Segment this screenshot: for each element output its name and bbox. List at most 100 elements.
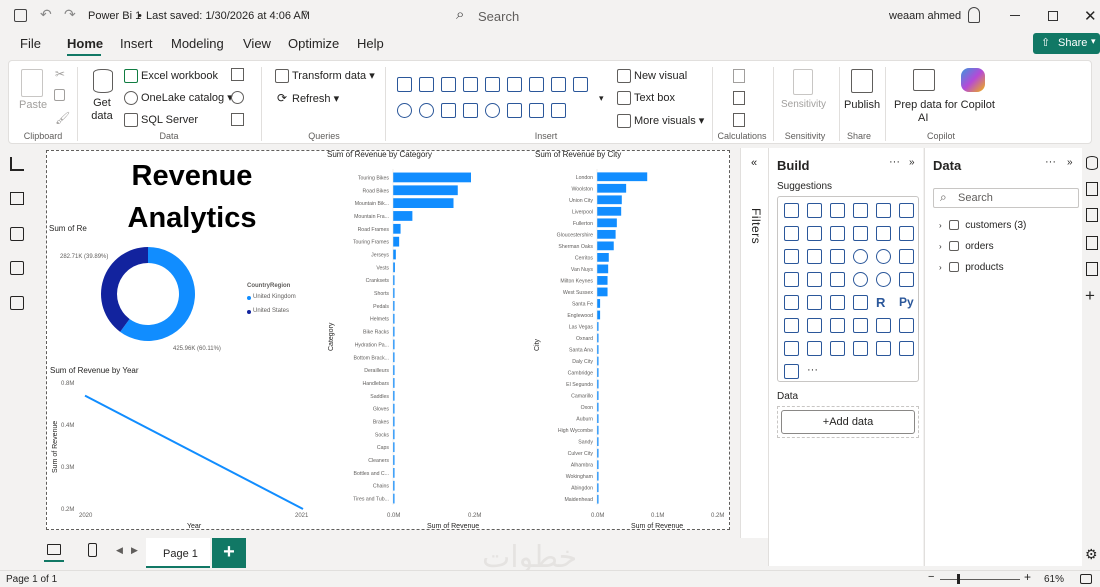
data-rail-icon[interactable]: [1086, 156, 1098, 170]
kpi-icon[interactable]: [807, 295, 822, 310]
category-bar-chart[interactable]: Sum of Revenue by Category Touring Bikes R…: [323, 151, 528, 531]
zoom-slider[interactable]: [940, 579, 1020, 580]
tmdl-view-icon[interactable]: [10, 296, 24, 310]
prev-page-icon[interactable]: ◀: [116, 545, 123, 556]
table-customers[interactable]: › customers (3): [939, 220, 1026, 231]
scatter-icon[interactable]: [830, 249, 845, 264]
stacked-bar-icon[interactable]: [397, 77, 412, 92]
undo-icon[interactable]: ↶: [40, 6, 52, 23]
zoom-in-button[interactable]: +: [1024, 570, 1031, 584]
stacked-bar-100-icon[interactable]: [876, 203, 891, 218]
search-box[interactable]: ⌕ Search: [446, 4, 846, 28]
new-measure-icon[interactable]: [733, 69, 745, 83]
gallery-expand-icon[interactable]: ▾: [599, 93, 604, 104]
mobile-layout-icon[interactable]: [88, 543, 97, 557]
transform-data-button[interactable]: Transform data ▾: [275, 69, 375, 84]
filters-collapse-icon[interactable]: «: [751, 157, 757, 169]
stacked-column-icon[interactable]: [485, 77, 500, 92]
copilot-icon[interactable]: [961, 68, 985, 92]
matrix-grid-icon[interactable]: [551, 103, 566, 118]
shape-map-icon[interactable]: [830, 272, 845, 287]
chevron-icon[interactable]: [784, 364, 799, 379]
selection-rail-icon[interactable]: [1086, 262, 1098, 276]
area-chart-icon[interactable]: [807, 226, 822, 241]
build-collapse-icon[interactable]: »: [909, 157, 915, 168]
treemap-icon[interactable]: [899, 249, 914, 264]
table-grid-icon[interactable]: [529, 103, 544, 118]
add-pane-icon[interactable]: +: [1085, 286, 1095, 306]
line-chart-icon[interactable]: [784, 226, 799, 241]
format-rail-icon[interactable]: [1086, 182, 1098, 196]
gauge-icon[interactable]: [876, 272, 891, 287]
page-tab-1[interactable]: Page 1: [146, 538, 210, 568]
scatter-icon[interactable]: [551, 77, 566, 92]
visuals-gallery[interactable]: [393, 67, 603, 123]
card-icon[interactable]: [507, 103, 522, 118]
funnel-icon[interactable]: [807, 249, 822, 264]
excel-button[interactable]: Excel workbook: [124, 69, 218, 83]
decomposition-tree-icon[interactable]: [807, 318, 822, 333]
stacked-bar-100-icon[interactable]: [441, 77, 456, 92]
user-name[interactable]: weaam ahmed: [889, 10, 961, 22]
enter-data-icon[interactable]: [231, 68, 244, 81]
sensitivity-label[interactable]: Sensitivity: [781, 99, 826, 110]
fit-page-icon[interactable]: [1080, 574, 1092, 584]
text-slicer-icon[interactable]: [876, 341, 891, 356]
prep-data-label[interactable]: Prep data for Copilot: [894, 99, 995, 111]
menu-view[interactable]: View: [243, 36, 271, 51]
save-icon[interactable]: [14, 9, 27, 22]
model-view-icon[interactable]: [10, 227, 24, 241]
publish-icon[interactable]: [851, 69, 873, 93]
python-visual-icon[interactable]: Py: [899, 295, 914, 309]
more-visuals-button[interactable]: More visuals ▾: [617, 114, 704, 129]
clustered-column-icon[interactable]: [853, 203, 868, 218]
get-data-label[interactable]: Get data: [85, 97, 119, 123]
visualizations-rail-icon[interactable]: [1086, 208, 1098, 222]
diamond-icon[interactable]: [899, 341, 914, 356]
maximize-icon[interactable]: [1048, 11, 1058, 21]
stacked-area-icon[interactable]: [830, 226, 845, 241]
line-chart[interactable]: Sum of Revenue by Year 0.8M 0.4M 0.3M 0.2M 20…: [47, 361, 317, 531]
sensitivity-icon[interactable]: [793, 69, 813, 95]
button-slicer-icon[interactable]: [830, 341, 845, 356]
waterfall-icon[interactable]: [784, 249, 799, 264]
line-column-icon[interactable]: [876, 226, 891, 241]
title-textbox[interactable]: Revenue Analytics: [117, 155, 267, 241]
paste-icon[interactable]: [21, 69, 43, 97]
clustered-bar-icon[interactable]: [830, 203, 845, 218]
share-button[interactable]: ⇧ Share ▾: [1033, 33, 1100, 54]
sql-button[interactable]: SQL Server: [124, 113, 198, 127]
report-view-icon[interactable]: [10, 157, 24, 171]
pie-icon[interactable]: [397, 103, 412, 118]
add-page-button[interactable]: +: [212, 538, 246, 568]
column-chart-icon[interactable]: [463, 77, 478, 92]
ribbon-chart-icon[interactable]: [853, 226, 868, 241]
city-bar-chart[interactable]: Sum of Revenue by City London Woolston Unio…: [531, 151, 729, 531]
card-icon[interactable]: [899, 272, 914, 287]
gauge-icon[interactable]: [485, 103, 500, 118]
menu-file[interactable]: File: [20, 36, 41, 51]
format-painter-icon[interactable]: 🖌: [55, 111, 70, 125]
next-page-icon[interactable]: ▶: [131, 545, 138, 556]
clustered-column-icon[interactable]: [419, 77, 434, 92]
r-visual-icon[interactable]: R: [876, 295, 885, 310]
copy-icon[interactable]: [54, 89, 65, 101]
narrative-icon[interactable]: [853, 318, 868, 333]
table-icon-v[interactable]: [853, 295, 868, 310]
dax-query-view-icon[interactable]: [10, 261, 24, 275]
menu-modeling[interactable]: Modeling: [171, 36, 224, 51]
recent-sources-icon[interactable]: [231, 113, 244, 126]
goals-icon[interactable]: [876, 318, 891, 333]
add-data-button[interactable]: +Add data: [781, 410, 915, 434]
table-products[interactable]: › products: [939, 262, 1004, 273]
image-icon[interactable]: [853, 341, 868, 356]
paste-label[interactable]: Paste: [19, 99, 47, 111]
bookmarks-rail-icon[interactable]: [1086, 236, 1098, 250]
minimize-icon[interactable]: [1010, 15, 1020, 16]
visual-picker[interactable]: R Py ···: [777, 196, 919, 382]
pie-icon[interactable]: [853, 249, 868, 264]
onelake-button[interactable]: OneLake catalog ▾: [124, 91, 233, 106]
more-visuals-icon[interactable]: ···: [807, 364, 818, 376]
close-icon[interactable]: ✕: [1084, 7, 1097, 25]
map-icon[interactable]: [784, 272, 799, 287]
